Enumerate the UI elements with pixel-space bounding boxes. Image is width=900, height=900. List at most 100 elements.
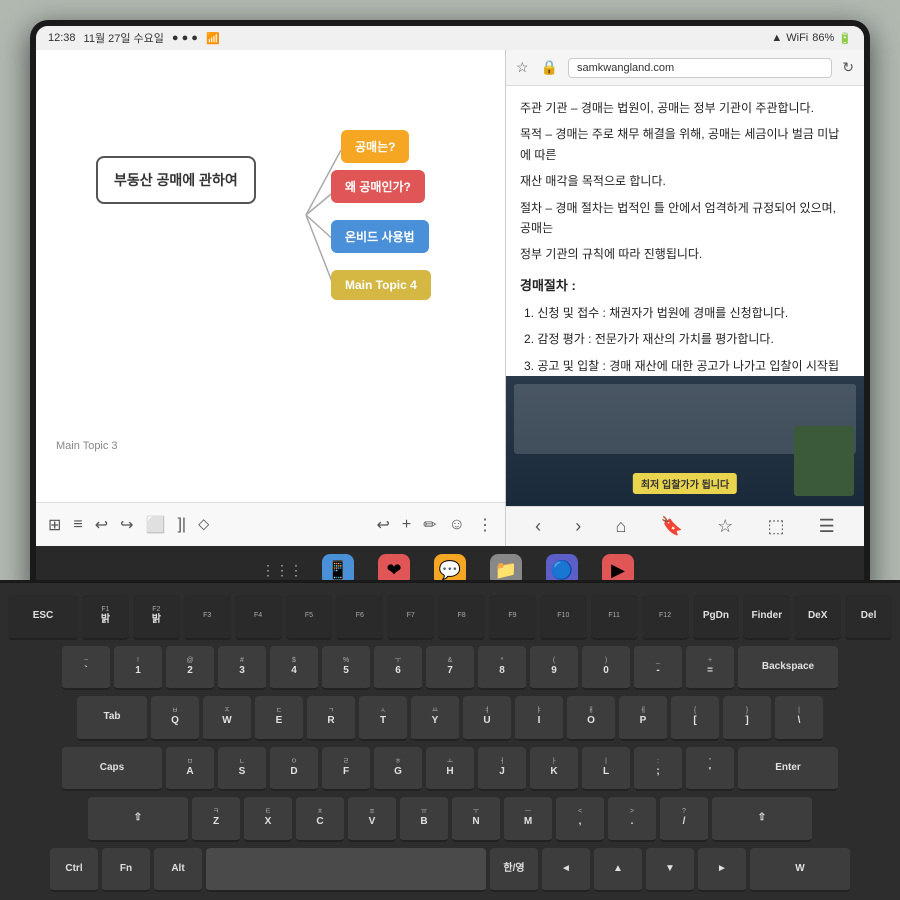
key-ctrl[interactable]: Ctrl — [50, 848, 98, 893]
forward-icon[interactable]: › — [575, 516, 581, 537]
key-finder[interactable]: Finder — [743, 595, 790, 640]
key-rbracket[interactable]: }] — [723, 696, 771, 741]
key-h[interactable]: ㅗH — [426, 747, 474, 792]
key-esc[interactable]: ESC — [8, 595, 78, 640]
key-q[interactable]: ㅂQ — [151, 696, 199, 741]
key-minus[interactable]: _- — [634, 646, 682, 691]
key-fn[interactable]: Fn — [102, 848, 150, 893]
key-9[interactable]: (9 — [530, 646, 578, 691]
key-f6[interactable]: F6 — [336, 595, 383, 640]
branch-node-1[interactable]: 공매는? — [341, 130, 409, 163]
key-del[interactable]: Del — [845, 595, 892, 640]
key-down[interactable]: ▼ — [646, 848, 694, 893]
key-up[interactable]: ▲ — [594, 848, 642, 893]
key-v[interactable]: ㅍV — [348, 797, 396, 842]
key-k[interactable]: ㅏK — [530, 747, 578, 792]
key-f1[interactable]: F1밝 — [82, 595, 129, 640]
key-1[interactable]: !1 — [114, 646, 162, 691]
key-left[interactable]: ◄ — [542, 848, 590, 893]
key-quote[interactable]: "' — [686, 747, 734, 792]
key-x[interactable]: ㅌX — [244, 797, 292, 842]
key-p[interactable]: ㅔP — [619, 696, 667, 741]
key-4[interactable]: $4 — [270, 646, 318, 691]
key-equals[interactable]: += — [686, 646, 734, 691]
key-enter[interactable]: Enter — [738, 747, 838, 792]
key-m[interactable]: ㅡM — [504, 797, 552, 842]
lock-icon[interactable]: 🔒 — [539, 57, 560, 78]
key-pgdn[interactable]: PgDn — [693, 595, 740, 640]
key-r[interactable]: ㄱR — [307, 696, 355, 741]
key-3[interactable]: #3 — [218, 646, 266, 691]
key-l[interactable]: ㅣL — [582, 747, 630, 792]
add-icon[interactable]: + — [402, 516, 411, 534]
key-w[interactable]: ㅈW — [203, 696, 251, 741]
key-s[interactable]: ㄴS — [218, 747, 266, 792]
bracket-icon[interactable]: ]| — [177, 516, 186, 534]
key-ralt[interactable]: W — [750, 848, 850, 893]
key-right[interactable]: ► — [698, 848, 746, 893]
resize-icon[interactable]: ⬜ — [146, 515, 166, 535]
key-i[interactable]: ㅑI — [515, 696, 563, 741]
key-slash[interactable]: ?/ — [660, 797, 708, 842]
key-o[interactable]: ㅐO — [567, 696, 615, 741]
key-f9[interactable]: F9 — [489, 595, 536, 640]
menu-icon[interactable]: ☰ — [819, 516, 835, 537]
key-backslash[interactable]: |\ — [775, 696, 823, 741]
key-period[interactable]: >. — [608, 797, 656, 842]
key-f5[interactable]: F5 — [286, 595, 333, 640]
key-u[interactable]: ㅕU — [463, 696, 511, 741]
key-e[interactable]: ㄷE — [255, 696, 303, 741]
redo-icon[interactable]: ↪ — [120, 515, 133, 535]
key-f10[interactable]: F10 — [540, 595, 587, 640]
key-t[interactable]: ㅅT — [359, 696, 407, 741]
undo-icon[interactable]: ↩ — [95, 515, 108, 535]
key-alt[interactable]: Alt — [154, 848, 202, 893]
key-7[interactable]: &7 — [426, 646, 474, 691]
key-semicolon[interactable]: :; — [634, 747, 682, 792]
key-dex[interactable]: DeX — [794, 595, 841, 640]
key-backspace[interactable]: Backspace — [738, 646, 838, 691]
key-backtick[interactable]: ~` — [62, 646, 110, 691]
key-space[interactable] — [206, 848, 486, 893]
key-capslock[interactable]: Caps — [62, 747, 162, 792]
star-icon[interactable]: ☆ — [717, 516, 733, 537]
key-0[interactable]: )0 — [582, 646, 630, 691]
list-icon[interactable]: ≡ — [73, 516, 82, 534]
key-f[interactable]: ㄹF — [322, 747, 370, 792]
key-g[interactable]: ㅎG — [374, 747, 422, 792]
branch-node-4[interactable]: Main Topic 4 — [331, 270, 431, 300]
bookmark-icon[interactable]: ☆ — [514, 57, 531, 78]
url-bar[interactable]: samkwangland.com — [568, 58, 832, 78]
bookmark2-icon[interactable]: 🔖 — [661, 516, 683, 537]
key-b[interactable]: ㅠB — [400, 797, 448, 842]
key-f4[interactable]: F4 — [235, 595, 282, 640]
key-j[interactable]: ㅓJ — [478, 747, 526, 792]
branch-node-2[interactable]: 왜 공매인가? — [331, 170, 425, 203]
screenshot-icon[interactable]: ⬚ — [767, 516, 784, 537]
emoji-icon[interactable]: ☺ — [449, 516, 465, 534]
key-6[interactable]: ㅜ6 — [374, 646, 422, 691]
key-lbracket[interactable]: {[ — [671, 696, 719, 741]
key-y[interactable]: ㅛY — [411, 696, 459, 741]
key-c[interactable]: ㅊC — [296, 797, 344, 842]
key-f12[interactable]: F12 — [642, 595, 689, 640]
key-hangul[interactable]: 한/영 — [490, 848, 538, 893]
share-icon[interactable]: ⬦ — [198, 516, 209, 534]
more-icon[interactable]: ⋮ — [477, 515, 493, 535]
key-f8[interactable]: F8 — [438, 595, 485, 640]
key-f7[interactable]: F7 — [387, 595, 434, 640]
key-8[interactable]: *8 — [478, 646, 526, 691]
key-f2[interactable]: F2밝 — [133, 595, 180, 640]
refresh-icon[interactable]: ↻ — [840, 57, 856, 78]
browser-video-area[interactable]: 최저 입찰가가 됩니다 — [506, 376, 864, 506]
key-z[interactable]: ㅋZ — [192, 797, 240, 842]
key-2[interactable]: @2 — [166, 646, 214, 691]
mindmap-area[interactable]: 부동산 공매에 관하여 공매는? 왜 공매인가? 온비드 사용법 Main To… — [36, 50, 505, 502]
key-f11[interactable]: F11 — [591, 595, 638, 640]
key-lshift[interactable]: ⇧ — [88, 797, 188, 842]
grid-icon[interactable]: ⊞ — [48, 515, 61, 535]
key-tab[interactable]: Tab — [77, 696, 147, 741]
key-a[interactable]: ㅁA — [166, 747, 214, 792]
key-f3[interactable]: F3 — [184, 595, 231, 640]
pen-icon[interactable]: ✏ — [423, 515, 436, 535]
